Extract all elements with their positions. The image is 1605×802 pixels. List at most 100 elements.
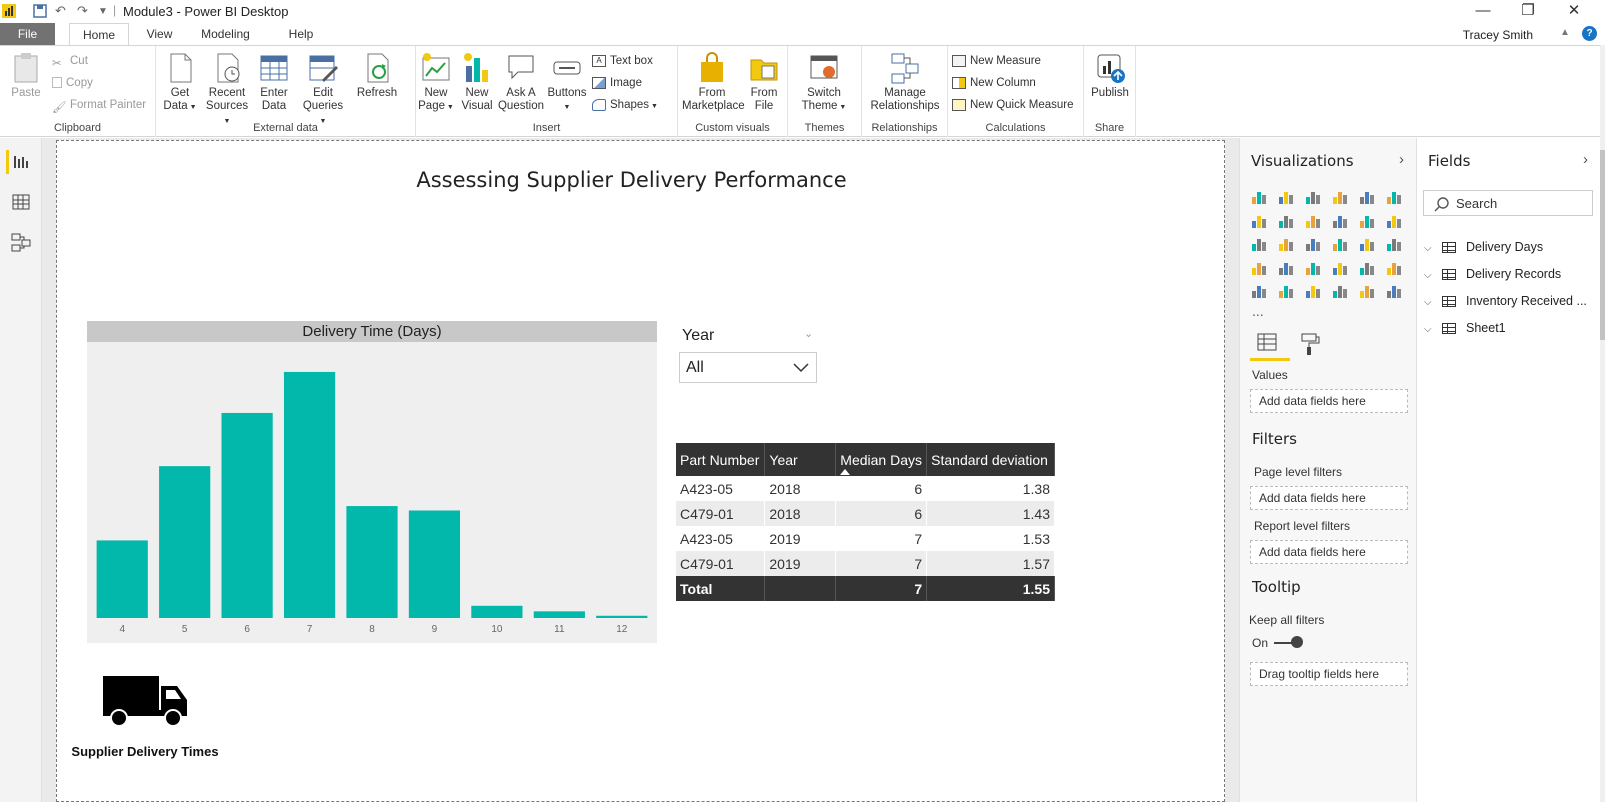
page-filters-well[interactable]: Add data fields here — [1250, 486, 1408, 510]
100-stacked-bar-icon[interactable] — [1358, 188, 1374, 204]
tab-view[interactable]: View — [137, 23, 182, 46]
header-year[interactable]: Year — [764, 443, 837, 476]
report-title[interactable]: Assessing Supplier Delivery Performance — [47, 168, 1216, 192]
funnel-icon[interactable] — [1277, 259, 1293, 275]
table-visual-icon[interactable] — [1277, 282, 1293, 298]
card-icon[interactable] — [1331, 259, 1347, 275]
cut-button[interactable]: ✂ Cut — [52, 52, 88, 70]
bar-6[interactable] — [221, 412, 273, 618]
clustered-column-icon[interactable] — [1331, 188, 1347, 204]
bar-8[interactable] — [346, 506, 398, 618]
recent-sources-button[interactable]: Recent Sources ▼ — [202, 52, 252, 128]
close-button[interactable]: ✕ — [1551, 0, 1597, 23]
bar-5[interactable] — [159, 466, 211, 618]
edit-queries-button[interactable]: Edit Queries ▼ — [300, 52, 346, 128]
redo-icon[interactable]: ↷ — [77, 3, 88, 19]
bar-7[interactable] — [283, 371, 336, 618]
table-row[interactable]: A423-05 2018 6 1.38 — [676, 476, 1055, 501]
minimize-button[interactable]: — — [1460, 0, 1506, 23]
bar-12[interactable] — [596, 615, 648, 618]
refresh-button[interactable]: Refresh — [354, 52, 400, 100]
year-slicer-dropdown[interactable]: All — [679, 352, 817, 383]
line-chart-icon[interactable] — [1250, 212, 1266, 228]
clustered-bar-icon[interactable] — [1304, 188, 1320, 204]
restore-button[interactable]: ❐ — [1505, 0, 1551, 23]
publish-button[interactable]: Publish — [1088, 52, 1132, 100]
format-painter-button[interactable]: 🖌 Format Painter — [52, 96, 146, 114]
image-button[interactable]: Image — [592, 74, 642, 92]
toggle-knob[interactable] — [1291, 636, 1303, 648]
from-file-button[interactable]: From File — [744, 52, 784, 113]
user-name[interactable]: Tracey Smith — [1463, 28, 1533, 42]
gauge-icon[interactable] — [1304, 259, 1320, 275]
fields-search-input[interactable]: Search — [1423, 190, 1593, 216]
header-standard-deviation[interactable]: Standard deviation — [926, 443, 1055, 476]
help-icon[interactable]: ? — [1582, 26, 1597, 41]
stacked-bar-icon[interactable] — [1250, 188, 1266, 204]
pie-chart-icon[interactable] — [1304, 235, 1320, 251]
report-page[interactable]: Assessing Supplier Delivery Performance … — [56, 140, 1225, 802]
field-table-delivery-records[interactable]: ⌵ Delivery Records — [1424, 267, 1561, 287]
tab-home[interactable]: Home — [69, 23, 129, 46]
get-data-button[interactable]: Get Data ▼ — [160, 52, 200, 114]
switch-theme-button[interactable]: Switch Theme ▼ — [796, 52, 852, 114]
undo-icon[interactable]: ↶ — [55, 3, 66, 19]
header-median-days[interactable]: Median Days — [835, 443, 928, 476]
model-view-icon[interactable] — [9, 230, 33, 254]
save-icon[interactable] — [33, 4, 47, 18]
paint-roller-icon[interactable] — [1296, 330, 1324, 358]
slicer-icon[interactable] — [1250, 282, 1266, 298]
copy-button[interactable]: Copy — [52, 74, 93, 92]
donut-chart-icon[interactable] — [1331, 235, 1347, 251]
multi-row-card-icon[interactable] — [1358, 259, 1374, 275]
table-row[interactable]: A423-05 2019 7 1.53 — [676, 526, 1055, 551]
from-marketplace-button[interactable]: From Marketplace — [682, 52, 745, 113]
python-visual-icon[interactable] — [1358, 282, 1374, 298]
table-row[interactable]: C479-01 2018 6 1.43 — [676, 501, 1055, 526]
field-table-inventory-received[interactable]: ⌵ Inventory Received ... — [1424, 294, 1587, 314]
slicer-collapse-icon[interactable]: ⌄ — [804, 327, 813, 340]
waterfall-icon[interactable] — [1250, 235, 1266, 251]
ask-question-button[interactable]: Ask A Question — [496, 52, 546, 113]
area-chart-icon[interactable] — [1277, 212, 1293, 228]
r-visual-icon[interactable] — [1331, 282, 1347, 298]
new-column-button[interactable]: New Column — [952, 74, 1036, 92]
stacked-column-icon[interactable] — [1277, 188, 1293, 204]
manage-relationships-button[interactable]: Manage Relationships — [864, 52, 946, 113]
scatter-icon[interactable] — [1277, 235, 1293, 251]
line-clustered-column-icon[interactable] — [1358, 212, 1374, 228]
100-stacked-column-icon[interactable] — [1385, 188, 1401, 204]
bar-4[interactable] — [96, 540, 148, 618]
text-box-button[interactable]: A Text box — [592, 52, 653, 70]
collapse-ribbon-icon[interactable]: ▲ — [1560, 27, 1570, 38]
shapes-button[interactable]: Shapes ▼ — [592, 96, 658, 114]
more-visuals-icon[interactable]: ... — [1252, 303, 1264, 319]
new-quick-measure-button[interactable]: New Quick Measure — [952, 96, 1074, 114]
values-well[interactable]: Add data fields here — [1250, 389, 1408, 413]
header-part-number[interactable]: Part Number — [676, 443, 766, 476]
data-view-icon[interactable] — [9, 190, 33, 214]
filled-map-icon[interactable] — [1250, 259, 1266, 275]
paste-button[interactable]: Paste — [8, 52, 44, 100]
quick-access-dropdown-icon[interactable]: ▼ — [98, 6, 108, 17]
bar-10[interactable] — [471, 605, 523, 618]
collapse-fields-icon[interactable]: › — [1583, 151, 1588, 168]
truck-icon[interactable] — [101, 674, 191, 730]
globe-icon[interactable] — [1385, 282, 1401, 298]
report-filters-well[interactable]: Add data fields here — [1250, 540, 1408, 564]
fields-well-icon[interactable] — [1254, 330, 1282, 358]
bar-9[interactable] — [408, 510, 461, 618]
map-icon[interactable] — [1385, 235, 1401, 251]
matrix-icon[interactable] — [1304, 282, 1320, 298]
new-measure-button[interactable]: New Measure — [952, 52, 1041, 70]
collapse-visualizations-icon[interactable]: › — [1399, 151, 1404, 168]
table-row[interactable]: C479-01 2019 7 1.57 — [676, 551, 1055, 576]
delivery-time-chart[interactable]: Delivery Time (Days) 4 5 6 7 8 9 10 11 12 — [87, 321, 657, 643]
report-view-icon[interactable] — [6, 150, 30, 174]
new-visual-button[interactable]: New Visual — [458, 52, 496, 113]
enter-data-button[interactable]: Enter Data — [254, 52, 294, 113]
field-table-sheet1[interactable]: ⌵ Sheet1 — [1424, 321, 1506, 341]
delivery-stats-table[interactable]: Part Number Year Median Days Standard de… — [676, 443, 1055, 601]
tab-modeling[interactable]: Modeling — [192, 23, 259, 46]
tab-file[interactable]: File — [0, 23, 55, 46]
